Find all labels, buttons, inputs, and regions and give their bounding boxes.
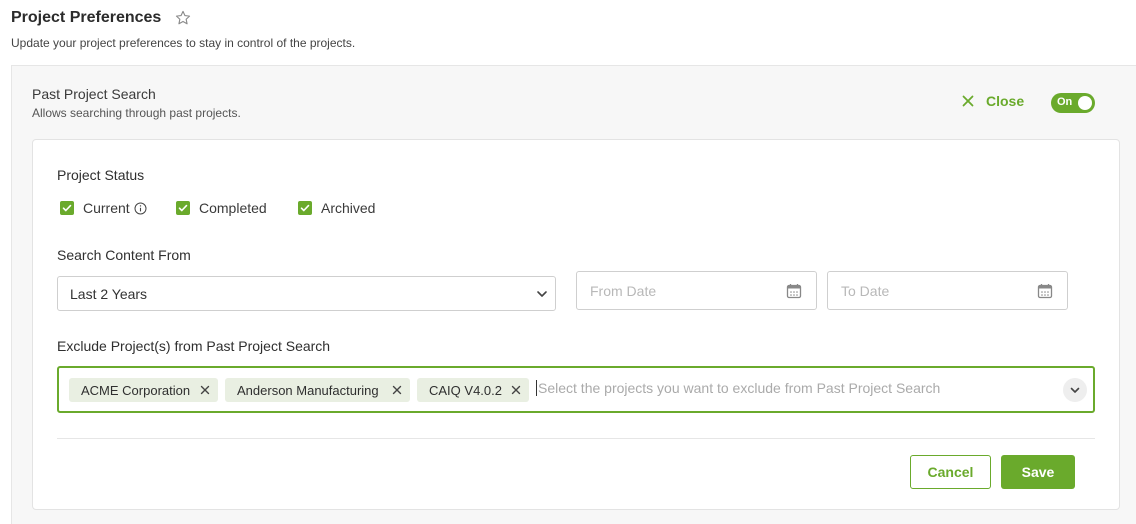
checkbox-archived[interactable]: Archived — [298, 200, 375, 216]
calendar-icon[interactable] — [786, 283, 802, 299]
checkbox-checked-icon — [298, 201, 312, 215]
calendar-icon[interactable] — [1037, 283, 1053, 299]
chip-label: CAIQ V4.0.2 — [429, 382, 502, 398]
project-status-label: Project Status — [57, 167, 145, 183]
exclude-projects-multiselect[interactable]: ACME Corporation Anderson Manufacturing … — [57, 366, 1095, 413]
chip-label: Anderson Manufacturing — [237, 382, 379, 398]
page-title: Project Preferences — [11, 9, 162, 26]
select-value: Last 2 Years — [70, 286, 148, 302]
search-content-select[interactable]: Last 2 Years — [57, 276, 556, 311]
divider — [57, 438, 1095, 439]
checkbox-completed-label: Completed — [199, 200, 267, 216]
exclude-projects-label: Exclude Project(s) from Past Project Sea… — [57, 338, 331, 354]
toggle-knob — [1078, 96, 1092, 110]
close-button[interactable]: Close — [962, 93, 1024, 109]
checkbox-current-label: Current — [83, 200, 130, 216]
checkbox-archived-label: Archived — [321, 200, 376, 216]
chevron-down-icon — [537, 291, 547, 297]
project-chip: Anderson Manufacturing — [225, 378, 410, 402]
chevron-down-icon — [1070, 387, 1080, 393]
search-content-label: Search Content From — [57, 247, 191, 263]
from-date-input[interactable] — [590, 283, 770, 299]
section-description: Allows searching through past projects. — [32, 106, 241, 120]
remove-chip-icon[interactable] — [200, 385, 210, 395]
project-chip: ACME Corporation — [69, 378, 218, 402]
remove-chip-icon[interactable] — [511, 385, 521, 395]
checkbox-current[interactable]: Current — [60, 200, 147, 216]
checkbox-checked-icon — [176, 201, 190, 215]
exclude-projects-input[interactable] — [536, 380, 1056, 396]
remove-chip-icon[interactable] — [392, 385, 402, 395]
to-date-field — [827, 271, 1068, 310]
multiselect-toggle[interactable] — [1063, 378, 1087, 402]
from-date-field — [576, 271, 817, 310]
page-subtitle: Update your project preferences to stay … — [11, 36, 356, 50]
close-label: Close — [986, 93, 1025, 109]
toggle-label: On — [1057, 96, 1073, 108]
star-icon[interactable] — [174, 9, 192, 27]
save-button[interactable]: Save — [1001, 455, 1075, 489]
section-title: Past Project Search — [32, 86, 156, 102]
info-icon[interactable] — [134, 202, 147, 215]
checkbox-completed[interactable]: Completed — [176, 200, 267, 216]
to-date-input[interactable] — [841, 283, 1021, 299]
checkbox-checked-icon — [60, 201, 74, 215]
close-icon — [962, 95, 974, 107]
chip-label: ACME Corporation — [81, 382, 191, 398]
project-chip: CAIQ V4.0.2 — [417, 378, 529, 402]
cancel-button[interactable]: Cancel — [910, 455, 991, 489]
past-project-search-toggle[interactable]: On — [1051, 93, 1095, 113]
